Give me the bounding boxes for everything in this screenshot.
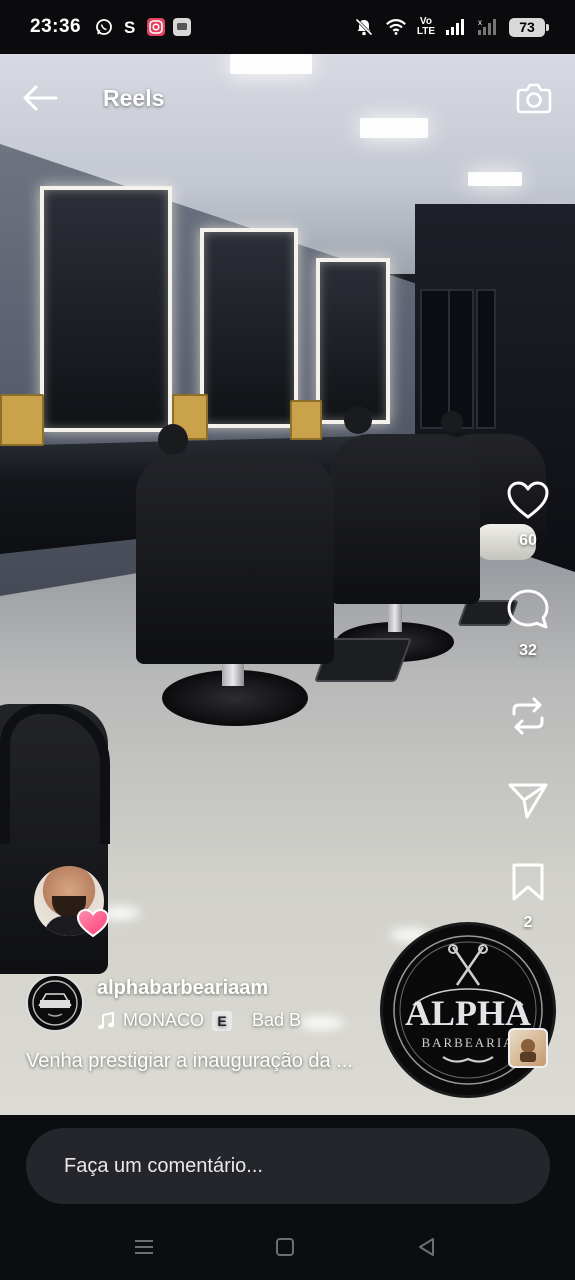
- scene-mirror: [40, 186, 172, 432]
- logo-subtitle: BARBEARIA: [421, 1035, 514, 1050]
- signal-weak-icon: x: [477, 18, 499, 36]
- scene-chair-headrest: [441, 411, 463, 433]
- arrow-left-icon: [23, 85, 58, 111]
- scene-chair-cape: [136, 454, 334, 664]
- wifi-icon: [385, 18, 407, 36]
- logo-brand: ALPHA: [405, 993, 531, 1033]
- comment-icon: [507, 589, 549, 629]
- battery-indicator: 73: [509, 17, 549, 37]
- comment-count: 32: [519, 642, 537, 659]
- camera-icon: [516, 83, 552, 114]
- svg-text:x: x: [478, 18, 482, 27]
- scene-product-box: [0, 394, 44, 446]
- alpha-logo-mini-icon: [32, 980, 78, 1026]
- like-count: 60: [519, 532, 537, 549]
- save-button[interactable]: 2: [500, 862, 556, 932]
- page-title: Reels: [103, 84, 165, 111]
- back-button[interactable]: [20, 78, 60, 118]
- system-nav-bar: [0, 1215, 575, 1280]
- account-avatar[interactable]: [26, 974, 84, 1032]
- scene-ceiling-light: [468, 172, 522, 186]
- heart-reaction-icon: [76, 908, 110, 938]
- comment-button[interactable]: 32: [500, 588, 556, 660]
- explicit-badge: E: [212, 1010, 232, 1031]
- scene-mirror: [316, 258, 390, 424]
- scene-chair-headrest: [158, 424, 188, 456]
- scene-mirror: [200, 228, 298, 428]
- volte-indicator: Vo LTE: [417, 17, 435, 37]
- whatsapp-icon: [95, 18, 113, 36]
- mute-icon: [353, 18, 375, 36]
- scene-chair-headrest: [344, 406, 372, 434]
- audio-cover-icon: [520, 1039, 536, 1062]
- instagram-icon: [147, 18, 166, 36]
- like-button[interactable]: 60: [500, 480, 556, 550]
- signal-icon: [445, 18, 467, 36]
- scene-product-box: [290, 400, 322, 440]
- music-note-icon: [98, 1011, 114, 1029]
- post-caption[interactable]: Venha prestigiar a inauguração da ...: [26, 1050, 353, 1073]
- share-button[interactable]: [500, 780, 556, 820]
- svg-text:S: S: [124, 18, 135, 36]
- comment-input[interactable]: Faça um comentário...: [26, 1128, 550, 1204]
- home-button[interactable]: [271, 1233, 299, 1261]
- scene-wall-panel: [476, 289, 496, 429]
- scene-chair-cape: [330, 434, 480, 604]
- message-icon: [173, 18, 192, 36]
- system-status: Vo LTE x 73: [353, 17, 549, 37]
- logo-emblem: ALPHA BARBEARIA: [393, 935, 543, 1085]
- scene-wall-panel: [448, 289, 474, 429]
- audio-thumbnail[interactable]: [508, 1028, 548, 1068]
- camera-button[interactable]: [513, 77, 555, 119]
- account-username[interactable]: alphabarbeariaam: [97, 977, 268, 1000]
- top-bar: Reels: [0, 54, 575, 142]
- scene-floor-reflection: [298, 1016, 344, 1030]
- audio-row[interactable]: MONACO E Bad B: [97, 1010, 301, 1031]
- scene-foreground-chair-arm: [0, 704, 110, 844]
- back-nav-button[interactable]: [412, 1233, 440, 1261]
- audio-title: MONACO: [123, 1010, 204, 1030]
- heart-icon: [507, 481, 549, 519]
- send-icon: [508, 783, 548, 819]
- status-time: 23:36: [30, 16, 82, 37]
- status-app-icons: S: [95, 18, 192, 36]
- remix-button[interactable]: [500, 694, 556, 738]
- volte-line-2: LTE: [416, 26, 435, 37]
- square-icon: [276, 1238, 294, 1256]
- repost-icon: [512, 697, 544, 735]
- bookmark-icon: [512, 863, 544, 901]
- status-bar: 23:36 S Vo LTE x 73: [0, 0, 575, 54]
- triangle-back-icon: [419, 1238, 434, 1256]
- recent-apps-button[interactable]: [130, 1233, 158, 1261]
- skype-icon: S: [121, 18, 139, 36]
- audio-artist: Bad B: [252, 1010, 302, 1030]
- comment-bar: Faça um comentário...: [0, 1115, 575, 1215]
- alpha-barbearia-logo: ALPHA BARBEARIA: [380, 922, 556, 1098]
- menu-icon: [135, 1240, 153, 1254]
